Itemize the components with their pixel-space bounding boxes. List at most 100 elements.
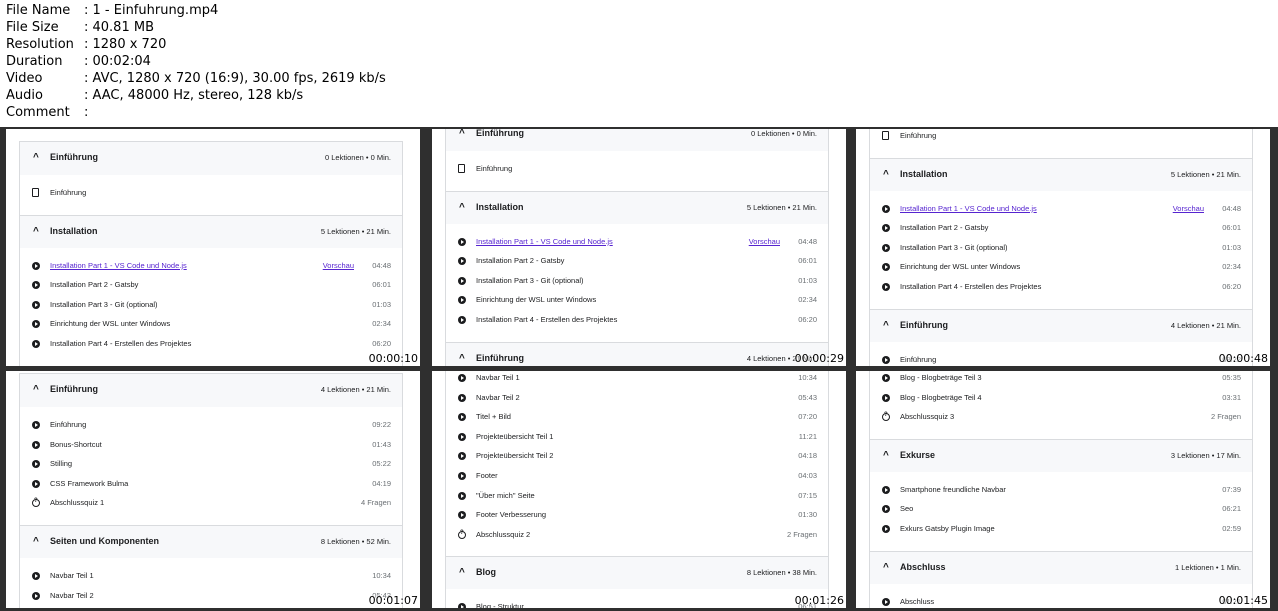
lecture-duration: 04:18 (798, 451, 817, 461)
lecture-row[interactable]: Footer Verbesserung 01:30 (446, 508, 828, 528)
section-header[interactable]: ^ Einführung 0 Lektionen • 0 Min. (20, 142, 402, 175)
lecture-row[interactable]: Einrichtung der WSL unter Windows 02:34 (20, 317, 402, 337)
meta-value: : AAC, 48000 Hz, stereo, 128 kb/s (84, 88, 304, 103)
lecture-duration: 06:21 (1222, 504, 1241, 514)
lecture-row[interactable]: Einführung 09:22 (870, 353, 1252, 366)
section-body: Installation Part 1 - VS Code und Node.j… (20, 248, 402, 366)
video-thumbnail[interactable]: Navbar Teil 1 10:34 Navbar Teil 2 05:43 Tite… (432, 371, 846, 608)
lecture-row[interactable]: Installation Part 3 - Git (optional) 01:0… (446, 274, 828, 294)
lecture-row[interactable]: Stilling 05:22 (20, 457, 402, 477)
lecture-row[interactable]: Bonus-Shortcut 01:43 (20, 438, 402, 458)
section-header[interactable]: ^ Blog 8 Lektionen • 38 Min. (446, 556, 828, 590)
lecture-row[interactable]: Smartphone freundliche Navbar 07:39 (870, 483, 1252, 503)
chevron-up-icon: ^ (883, 168, 889, 180)
lecture-row[interactable]: Installation Part 2 - Gatsby 06:01 (446, 254, 828, 274)
lecture-title: Navbar Teil 1 (476, 373, 520, 382)
lecture-row[interactable]: Footer 04:03 (446, 469, 828, 489)
lecture-row[interactable]: Installation Part 3 - Git (optional) 01:0… (20, 298, 402, 318)
section-meta: 5 Lektionen • 21 Min. (320, 226, 391, 236)
section-header[interactable]: ^ Seiten und Komponenten 8 Lektionen • 52 … (20, 524, 402, 558)
lecture-title: Bonus-Shortcut (50, 439, 102, 449)
lecture-title[interactable]: Installation Part 1 - VS Code und Node.j… (900, 204, 1037, 213)
chevron-up-icon: ^ (883, 449, 889, 461)
section-body: Einführung (446, 151, 828, 191)
lecture-row[interactable]: Einführung (20, 186, 402, 206)
video-thumbnail[interactable]: Blog - Blogbeträge Teil 3 05:35 Blog - Blo… (856, 371, 1270, 608)
curriculum-card: Blog - Blogbeträge Teil 3 05:35 Blog - Blo… (869, 371, 1253, 608)
lecture-row[interactable]: Navbar Teil 1 10:34 (20, 569, 402, 589)
video-thumbnail[interactable]: ^ Einführung 0 Lektionen • 0 Min. Einführun… (432, 129, 846, 366)
lecture-row[interactable]: Abschlussquiz 2 2 Fragen (446, 528, 828, 548)
lecture-row[interactable]: Navbar Teil 2 05:43 (446, 391, 828, 411)
section-header[interactable]: ^ Einführung 4 Lektionen • 21 Min. (870, 308, 1252, 342)
chevron-up-icon: ^ (459, 129, 465, 139)
lecture-row[interactable]: Installation Part 1 - VS Code und Node.j… (446, 235, 828, 255)
lecture-row[interactable]: Projekteübersicht Teil 2 04:18 (446, 449, 828, 469)
curriculum-card: ^ Einführung 0 Lektionen • 0 Min. Einführun… (445, 129, 829, 366)
section-header[interactable]: ^ Einführung 4 Lektionen • 21 Min. (20, 374, 402, 407)
lecture-title: Installation Part 2 - Gatsby (900, 223, 989, 233)
section-body: Einführung 09:22 (870, 342, 1252, 366)
lecture-row[interactable]: Installation Part 4 - Erstellen des Proj… (20, 337, 402, 357)
lecture-duration: 10:34 (798, 373, 817, 382)
play-circle-icon (458, 315, 466, 324)
lecture-row[interactable]: Einrichtung der WSL unter Windows 02:34 (446, 293, 828, 313)
section-body: Blog - Blogbeträge Teil 3 05:35 Blog - Blo… (870, 371, 1252, 439)
lecture-row[interactable]: Blog - Blogbeträge Teil 3 05:35 (870, 371, 1252, 391)
section-header[interactable]: ^ Einführung 4 Lektionen • 21 Min. (446, 341, 828, 366)
lecture-title: Einrichtung der WSL unter Windows (900, 262, 1021, 272)
lecture-row[interactable]: Installation Part 4 - Erstellen des Proj… (870, 280, 1252, 300)
lecture-row[interactable]: Installation Part 2 - Gatsby 06:01 (20, 278, 402, 298)
lecture-row[interactable]: Titel + Bild 07:20 (446, 410, 828, 430)
file-info-header: File Name: 1 - Einfuhrung.mp4 File Size: … (0, 0, 1278, 127)
video-thumbnail[interactable]: Einführung ^ Installation 5 Lektionen • 21 … (856, 129, 1270, 366)
lecture-row[interactable]: Installation Part 4 - Erstellen des Proj… (446, 313, 828, 333)
document-icon (458, 164, 465, 173)
lecture-duration: 09:22 (372, 420, 391, 429)
lecture-row[interactable]: Blog - Struktur 06:51 (446, 600, 828, 608)
lecture-row[interactable]: Installation Part 1 - VS Code und Node.j… (870, 202, 1252, 222)
lecture-row[interactable]: Einrichtung der WSL unter Windows 02:34 (870, 260, 1252, 280)
lecture-duration: 06:01 (372, 280, 391, 290)
preview-link[interactable]: Vorschau (1173, 204, 1204, 213)
lecture-title: Blog - Blogbeträge Teil 3 (900, 373, 982, 382)
preview-link[interactable]: Vorschau (323, 261, 354, 270)
lecture-row[interactable]: Einführung 09:22 (20, 418, 402, 438)
lecture-row[interactable]: Seo 06:21 (870, 502, 1252, 522)
section-header[interactable]: ^ Exkurse 3 Lektionen • 17 Min. (870, 438, 1252, 472)
section-body: Installation Part 1 - VS Code und Node.j… (870, 191, 1252, 309)
video-thumbnail[interactable]: Abschnitte • 33 Lektionen • 2 Std. 39 Mi… (6, 129, 420, 366)
lecture-row[interactable]: Navbar Teil 1 10:34 (446, 371, 828, 391)
play-circle-icon (458, 471, 466, 480)
lecture-row[interactable]: "Über mich" Seite 07:15 (446, 489, 828, 509)
lecture-title[interactable]: Installation Part 1 - VS Code und Node.j… (476, 237, 613, 246)
section-body: Einführung (20, 175, 402, 215)
lecture-row[interactable]: Exkurs Gatsby Plugin Image 02:59 (870, 522, 1252, 542)
lecture-row[interactable]: CSS Framework Bulma 04:19 (20, 477, 402, 497)
section-header[interactable]: ^ Einführung 0 Lektionen • 0 Min. (446, 129, 828, 151)
lecture-row[interactable]: Installation Part 2 - Gatsby 06:01 (870, 221, 1252, 241)
video-thumbnail[interactable]: ^ Einführung 4 Lektionen • 21 Min. Einführu… (6, 371, 420, 608)
quiz-icon (458, 530, 466, 539)
lecture-row[interactable]: Abschlussquiz 1 4 Fragen (20, 496, 402, 516)
lecture-row[interactable]: Installation Part 3 - Git (optional) 01:0… (870, 241, 1252, 261)
lecture-duration: 02:34 (372, 319, 391, 329)
lecture-row[interactable]: Projekteübersicht Teil 1 11:21 (446, 430, 828, 450)
lecture-row[interactable]: Navbar Teil 2 05:43 (20, 589, 402, 608)
lecture-row[interactable]: Installation Part 1 - VS Code und Node.j… (20, 259, 402, 279)
section-header[interactable]: ^ Installation 5 Lektionen • 21 Min. (446, 190, 828, 224)
lecture-title: Installation Part 2 - Gatsby (476, 256, 565, 266)
lecture-row[interactable]: Einführung (446, 162, 828, 182)
preview-link[interactable]: Vorschau (749, 237, 780, 246)
lecture-row[interactable]: Abschluss 01:21 (870, 595, 1252, 608)
section-header[interactable]: ^ Installation 5 Lektionen • 21 Min. (870, 157, 1252, 191)
section-header[interactable]: ^ Abschluss 1 Lektionen • 1 Min. (870, 550, 1252, 584)
lecture-title: Einrichtung der WSL unter Windows (476, 295, 597, 305)
lecture-row[interactable]: Blog - Blogbeträge Teil 4 03:31 (870, 391, 1252, 411)
lecture-duration: 03:31 (1222, 392, 1241, 402)
play-circle-icon (882, 282, 890, 291)
section-header[interactable]: ^ Installation 5 Lektionen • 21 Min. (20, 214, 402, 248)
lecture-title[interactable]: Installation Part 1 - VS Code und Node.j… (50, 261, 187, 270)
lecture-row[interactable]: Abschlussquiz 3 2 Fragen (870, 410, 1252, 430)
lecture-row[interactable]: Einführung (870, 129, 1252, 149)
